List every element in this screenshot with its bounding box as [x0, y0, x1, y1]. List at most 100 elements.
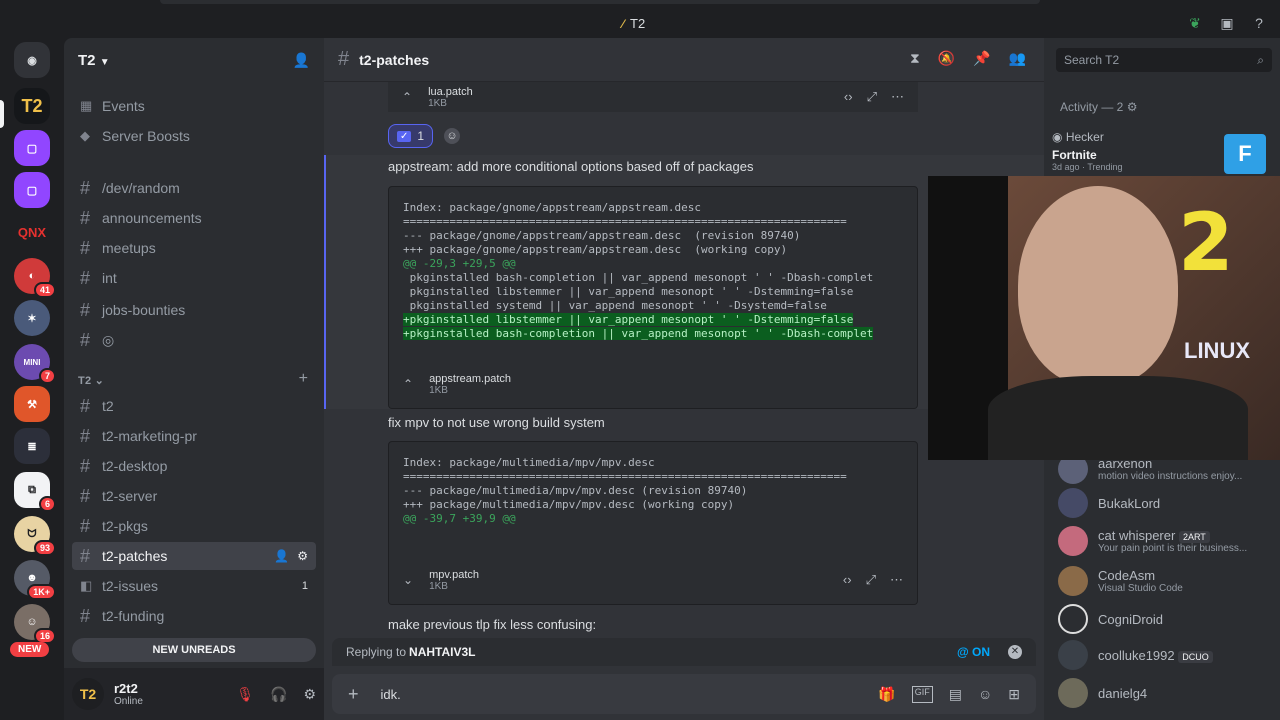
sidebar-item-events[interactable]: ▦ Events [72, 92, 316, 120]
chevron-down-icon[interactable]: ⌄ [403, 573, 413, 587]
new-unreads-button[interactable]: NEW UNREADS [72, 638, 316, 662]
gear-icon[interactable]: ⚙ [1127, 100, 1138, 114]
channel-t2[interactable]: # t2 [72, 392, 316, 420]
avatar [1058, 566, 1088, 596]
server-tools-icon[interactable]: ⚒ [14, 386, 50, 422]
channel-int[interactable]: # int [72, 264, 316, 292]
attachment-lua: ⌃ lua.patch 1KB ‹› ⤢ ⋯ [388, 82, 918, 112]
search-input[interactable]: Search T2 ⌕ [1056, 48, 1272, 72]
server-code-icon[interactable]: ≣ [14, 428, 50, 464]
gear-icon[interactable]: ⚙ [297, 549, 308, 563]
code-line: pkginstalled libstemmer || var_append me… [403, 285, 854, 298]
avatar [1058, 640, 1088, 670]
server-bunny-icon[interactable]: ᗢ 93 [14, 516, 56, 556]
gear-icon[interactable]: ⚙ [303, 686, 316, 703]
member-item[interactable]: cat whisperer 2ART Your pain point is the… [1058, 526, 1247, 556]
apps-icon[interactable]: ⊞ [1008, 686, 1020, 703]
member-item[interactable]: CodeAsm Visual Studio Code [1058, 566, 1183, 596]
search-icon: ⌕ [1257, 52, 1264, 67]
channel-t2-funding[interactable]: # t2-funding [72, 602, 316, 630]
channel-dev-random[interactable]: #/dev/random [72, 174, 316, 202]
title-bar-handle [160, 0, 1040, 4]
expand-icon[interactable]: ⤢ [867, 89, 877, 105]
hash-icon: # [80, 207, 91, 228]
avatar [1058, 488, 1088, 518]
more-icon[interactable]: ⋯ [890, 572, 903, 588]
server-minisforum-icon[interactable]: MINI 7 [14, 344, 56, 384]
add-member-icon[interactable]: 👤 [274, 549, 289, 563]
chevron-up-icon[interactable]: ⌃ [403, 377, 413, 391]
code-content: Index: package/gnome/appstream/appstream… [389, 187, 917, 341]
member-item[interactable]: BukakLord [1058, 488, 1160, 518]
more-icon[interactable]: ⋯ [891, 89, 904, 105]
code-line: @@ -29,3 +29,5 @@ [403, 257, 516, 270]
message-text: make previous tlp fix less confusing: [388, 617, 597, 632]
new-servers-badge[interactable]: NEW [10, 642, 50, 657]
sticker-icon[interactable]: ▤ [949, 686, 962, 703]
chevron-up-icon[interactable]: ⌃ [402, 90, 412, 104]
server-qnx-icon[interactable]: QNX [14, 214, 50, 250]
channel-t2-patches[interactable]: # t2-patches 👤 ⚙ [72, 542, 316, 570]
help-icon[interactable]: ? [1250, 14, 1268, 32]
guild-header[interactable]: T2 ▼ 👤 [64, 38, 324, 82]
close-icon[interactable]: ✕ [1008, 645, 1022, 659]
mic-muted-icon[interactable]: 🎙 [236, 686, 254, 703]
gif-icon[interactable]: GIF [911, 685, 933, 703]
server-blue-icon[interactable]: ✶ [14, 300, 50, 336]
channel-announcements[interactable]: # announcements [72, 204, 316, 232]
channel-name: t2-patches [359, 51, 430, 68]
hash-icon: # [80, 515, 91, 536]
member-item[interactable]: coolluke1992 DCUO [1058, 640, 1213, 670]
server-red-icon[interactable]: ◐ 41 [14, 258, 56, 298]
code-content: Index: package/multimedia/mpv/mpv.desc =… [389, 442, 917, 526]
member-item[interactable]: CogniDroid [1058, 604, 1163, 634]
category-t2[interactable]: T2 ⌄ [78, 374, 104, 387]
server-t2-icon[interactable]: T2 [14, 88, 50, 124]
leaf-icon[interactable]: ❦ [1186, 14, 1204, 32]
reply-bar: Replying to NAHTAIV3L @ ON ✕ [332, 638, 1036, 666]
code-line: +++ package/gnome/appstream/appstream.de… [403, 243, 788, 256]
discord-home-icon[interactable]: ◉ [14, 42, 50, 78]
code-icon[interactable]: ‹› [844, 89, 853, 105]
sidebar-item-server-boosts[interactable]: ◆ Server Boosts [72, 122, 316, 150]
expand-icon[interactable]: ⤢ [866, 572, 876, 588]
channel-t2-issues[interactable]: ◧ t2-issues 1 [72, 572, 316, 600]
server-twitch2-icon[interactable]: ▢ [14, 172, 50, 208]
hash-icon: # [80, 425, 91, 446]
server-rail: ◉ T2 ▢ ▢ QNX ◐ 41 ✶ MINI 7 ⚒ ≣ ⧉ 6 ᗢ 93 ☻ 1K+… [0, 38, 64, 720]
add-reaction-icon[interactable]: ☺ [444, 128, 460, 144]
member-item[interactable]: danielg4 [1058, 678, 1147, 708]
server-box-icon[interactable]: ⧉ 6 [14, 472, 56, 512]
server-twitch-icon[interactable]: ▢ [14, 130, 50, 166]
channel-t2-desktop[interactable]: # t2-desktop [72, 452, 316, 480]
channel-circle[interactable]: # ◎ [72, 326, 316, 354]
mute-icon[interactable]: 🔕 [938, 50, 955, 67]
gift-icon[interactable]: 🎁 [878, 686, 895, 703]
channel-jobs-bounties[interactable]: # jobs-bounties [72, 296, 316, 324]
activity-card[interactable]: ◉ Hecker Fortnite 3d ago · Trending F [1052, 130, 1272, 180]
server-grey-icon[interactable]: ☺ 16 [14, 604, 56, 644]
server-pill [0, 100, 4, 128]
emoji-icon[interactable]: ☺ [978, 686, 992, 703]
reaction-checkmark[interactable]: ✓ 1 [388, 124, 434, 148]
invite-user-icon[interactable]: 👤 [293, 52, 310, 69]
members-icon[interactable]: 👥 [1009, 50, 1026, 67]
mention-toggle[interactable]: @ ON [957, 645, 990, 659]
avatar[interactable]: T2 [72, 678, 104, 710]
channel-t2-marketing-pr[interactable]: # t2-marketing-pr [72, 422, 316, 450]
headphones-icon[interactable]: 🎧 [270, 686, 287, 703]
threads-icon[interactable]: ⧗ [910, 50, 920, 67]
server-anime-icon[interactable]: ☻ 1K+ [14, 560, 56, 600]
pin-icon[interactable]: 📌 [973, 50, 990, 67]
code-block-mpv: Index: package/multimedia/mpv/mpv.desc =… [388, 441, 918, 605]
plus-icon[interactable]: + [348, 684, 359, 705]
channel-t2-pkgs[interactable]: # t2-pkgs [72, 512, 316, 540]
message-input[interactable]: idk. [381, 687, 401, 702]
channel-meetups[interactable]: # meetups [72, 234, 316, 262]
inbox-icon[interactable]: ▣ [1218, 14, 1236, 32]
code-icon[interactable]: ‹› [843, 572, 852, 588]
message-composer[interactable]: + idk. 🎁 GIF ▤ ☺ ⊞ [332, 674, 1036, 714]
add-channel-icon[interactable]: + [299, 370, 308, 388]
guild-name: T2 [78, 51, 96, 69]
channel-t2-server[interactable]: # t2-server [72, 482, 316, 510]
